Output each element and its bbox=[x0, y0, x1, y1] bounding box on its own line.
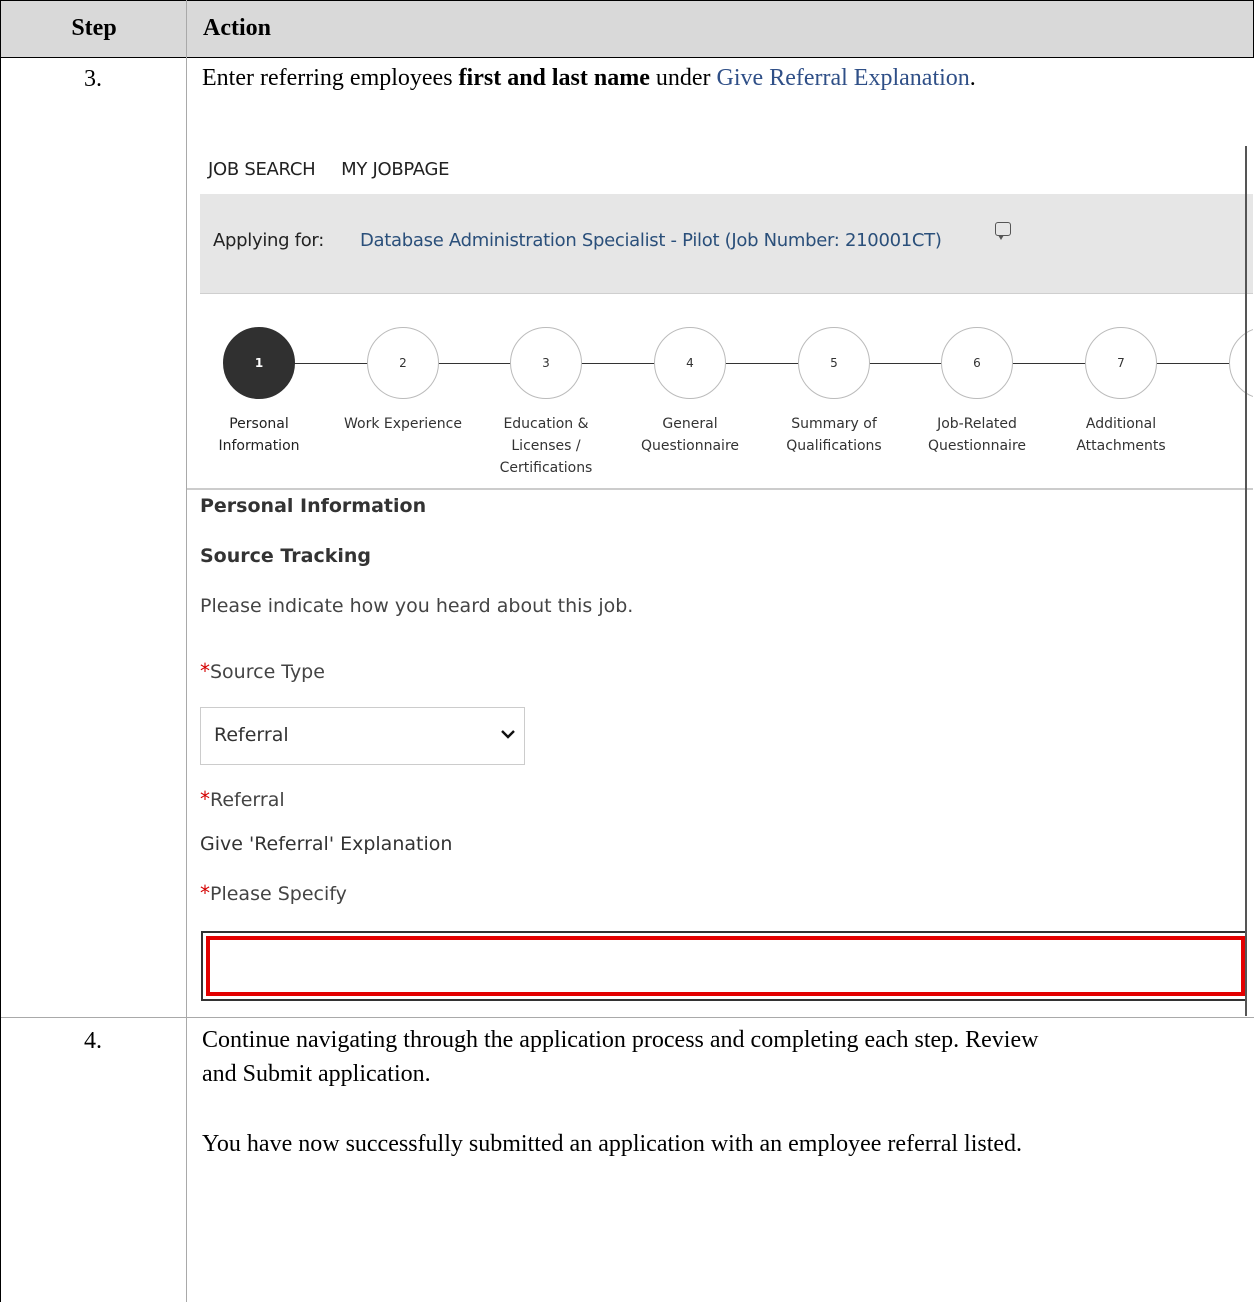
chevron-down-icon bbox=[501, 730, 515, 739]
referral-explanation-label: Give 'Referral' Explanation bbox=[200, 833, 453, 855]
progress-step-label[interactable]: Personal Information bbox=[194, 413, 324, 457]
progress-step-label-line: Certifications bbox=[499, 460, 593, 476]
application-progress-steps: 1 Personal Information 2 Work Experience 3 Edu… bbox=[187, 320, 1253, 490]
progress-step-label-line: Education & bbox=[503, 416, 589, 432]
step-number-4: 4. bbox=[84, 1028, 102, 1054]
progress-step-label-line: Additional bbox=[1085, 416, 1157, 432]
instruction-text: . bbox=[969, 65, 976, 91]
progress-step-label[interactable]: Summary of Qualifications bbox=[769, 413, 899, 457]
progress-step-label[interactable]: Job-Related Questionnaire bbox=[912, 413, 1042, 457]
progress-step-label-line: Licenses / bbox=[511, 438, 581, 454]
progress-step-label[interactable]: General Questionnaire bbox=[625, 413, 755, 457]
progress-step-2[interactable]: 2 bbox=[367, 327, 439, 399]
nav-job-search[interactable]: JOB SEARCH bbox=[208, 159, 316, 180]
progress-step-1[interactable]: 1 bbox=[223, 327, 295, 399]
action-column-header: Action bbox=[203, 15, 271, 41]
step-4-line-1: Continue navigating through the applicat… bbox=[202, 1027, 1039, 1053]
applying-for-banner: Applying for: Database Administration Sp… bbox=[200, 194, 1253, 294]
step-4-line-3: You have now successfully submitted an a… bbox=[202, 1131, 1023, 1157]
instruction-text: Enter referring employees bbox=[202, 65, 459, 91]
referral-label: *Referral bbox=[200, 787, 285, 811]
progress-step-label-line: Questionnaire bbox=[927, 438, 1027, 454]
instruction-text: under bbox=[649, 65, 717, 91]
progress-step-label[interactable]: Education & Licenses / Certifications bbox=[481, 413, 611, 479]
progress-step-3[interactable]: 3 bbox=[510, 327, 582, 399]
applying-for-label: Applying for: bbox=[213, 230, 324, 251]
step-column-header: Step bbox=[71, 15, 117, 41]
section-title: Personal Information bbox=[200, 495, 427, 517]
progress-step-label-line: Personal bbox=[229, 416, 289, 432]
progress-step-6[interactable]: 6 bbox=[941, 327, 1013, 399]
progress-step-label-line: Information bbox=[218, 438, 300, 454]
please-specify-label-text: Please Specify bbox=[210, 883, 347, 905]
source-type-selected-value: Referral bbox=[214, 724, 289, 746]
progress-step-label-line: Work Experience bbox=[344, 416, 462, 432]
red-highlight-box bbox=[206, 936, 1245, 996]
required-asterisk: * bbox=[200, 787, 210, 811]
progress-step-label-line: Attachments bbox=[1076, 438, 1166, 454]
progress-step-8[interactable] bbox=[1229, 327, 1253, 399]
required-asterisk: * bbox=[200, 659, 210, 683]
table-top-border bbox=[0, 0, 1254, 1]
progress-step-label[interactable]: Additional Attachments bbox=[1056, 413, 1186, 457]
source-type-label: *Source Type bbox=[200, 659, 325, 683]
table-left-border bbox=[0, 0, 1, 1302]
progress-step-label[interactable]: Work Experience bbox=[338, 413, 468, 435]
required-asterisk: * bbox=[200, 881, 210, 905]
header-bottom-border bbox=[0, 57, 1254, 58]
step-number-3: 3. bbox=[84, 66, 102, 92]
progress-step-label-line: Job-Related bbox=[937, 416, 1017, 432]
embedded-application-screenshot: JOB SEARCH MY JOBPAGE Applying for: Data… bbox=[187, 135, 1253, 1015]
instruction-link-text: Give Referral Explanation bbox=[716, 65, 970, 91]
source-prompt: Please indicate how you heard about this… bbox=[200, 595, 634, 617]
instruction-bold-text: first and last name bbox=[458, 65, 650, 91]
top-navigation: JOB SEARCH MY JOBPAGE bbox=[208, 159, 469, 180]
source-type-select[interactable]: Referral bbox=[200, 707, 525, 765]
screenshot-edge bbox=[1245, 146, 1247, 1016]
progress-step-label-line: Questionnaire bbox=[640, 438, 740, 454]
progress-step-label-line: Qualifications bbox=[786, 438, 882, 454]
comment-icon[interactable] bbox=[995, 222, 1011, 240]
progress-step-7[interactable]: 7 bbox=[1085, 327, 1157, 399]
progress-step-5[interactable]: 5 bbox=[798, 327, 870, 399]
progress-step-label-line: Summary of bbox=[791, 416, 877, 432]
referral-label-text: Referral bbox=[210, 789, 285, 811]
please-specify-label: *Please Specify bbox=[200, 881, 347, 905]
progress-step-4[interactable]: 4 bbox=[654, 327, 726, 399]
nav-my-jobpage[interactable]: MY JOBPAGE bbox=[341, 159, 449, 180]
step-4-line-2: and Submit application. bbox=[202, 1061, 431, 1087]
source-type-label-text: Source Type bbox=[210, 661, 325, 683]
table-header-row: Step Action bbox=[1, 1, 1253, 57]
progress-step-label-line: General bbox=[662, 416, 718, 432]
row-divider bbox=[0, 1017, 1254, 1018]
step-3-instruction: Enter referring employees first and last… bbox=[202, 62, 976, 94]
subsection-title: Source Tracking bbox=[200, 545, 371, 567]
job-title-link[interactable]: Database Administration Specialist - Pil… bbox=[360, 230, 942, 251]
